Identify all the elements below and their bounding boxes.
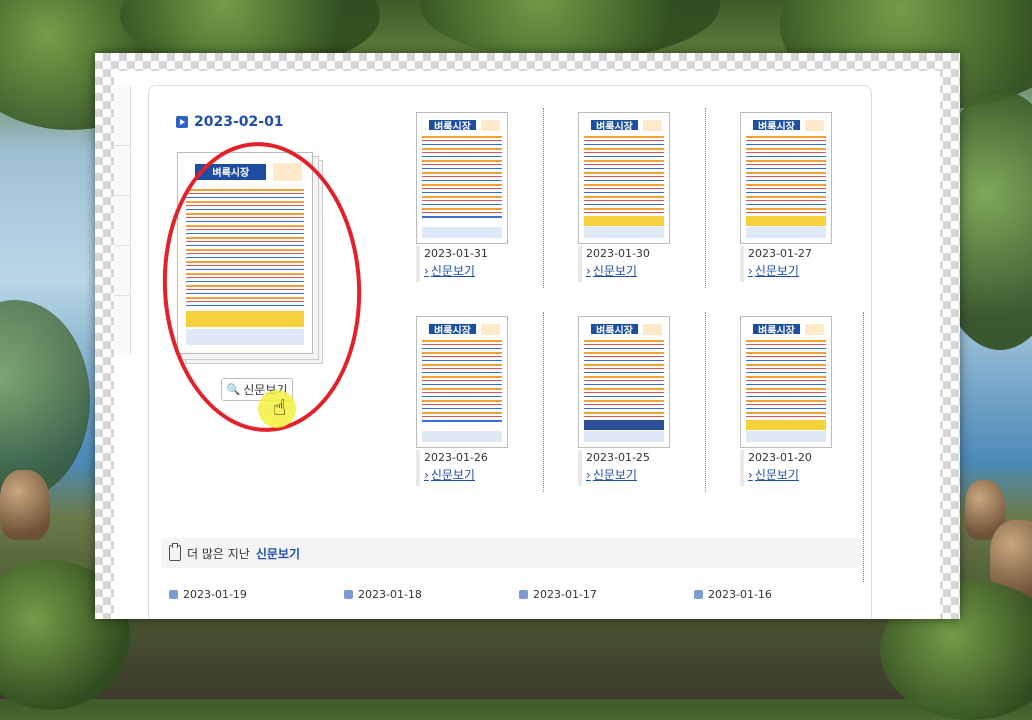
- column-divider: [543, 108, 544, 288]
- play-square-icon: [694, 590, 703, 599]
- paper-thumb: 벼룩시장 2023-01-20 신문보기: [740, 316, 918, 506]
- column-divider: [543, 312, 544, 492]
- paper-view-link[interactable]: 신문보기: [586, 466, 637, 483]
- page-content: 2023-02-01 벼룩시장 🔍 신문보기 ☝ 벼룩시장 2023-01-31…: [114, 71, 940, 619]
- side-panel-edge: [114, 85, 131, 355]
- play-square-icon: [176, 116, 188, 128]
- paper-date: 2023-01-20: [748, 451, 812, 464]
- latest-newspaper-cover[interactable]: 벼룩시장: [177, 152, 323, 364]
- paper-date: 2023-01-26: [424, 451, 488, 464]
- paper-thumb: 벼룩시장 2023-01-27 신문보기: [740, 112, 918, 302]
- screenshot-frame: 2023-02-01 벼룩시장 🔍 신문보기 ☝ 벼룩시장 2023-01-31…: [95, 53, 960, 619]
- paper-date: 2023-01-31: [424, 247, 488, 260]
- older-dates-row: 2023-01-19 2023-01-18 2023-01-17 2023-01…: [169, 588, 869, 601]
- older-date-item[interactable]: 2023-01-16: [694, 588, 869, 601]
- latest-issue-header: 2023-02-01: [176, 114, 284, 130]
- column-divider: [863, 312, 864, 582]
- paper-date: 2023-01-30: [586, 247, 650, 260]
- paper-view-link[interactable]: 신문보기: [424, 262, 475, 279]
- play-square-icon: [169, 590, 178, 599]
- paper-cover[interactable]: 벼룩시장: [740, 316, 832, 448]
- older-date-item[interactable]: 2023-01-17: [519, 588, 694, 601]
- play-square-icon: [344, 590, 353, 599]
- more-newspapers-bar: 더 많은 지난 신문보기: [161, 538, 861, 568]
- column-divider: [705, 312, 706, 492]
- paper-cover[interactable]: 벼룩시장: [578, 316, 670, 448]
- clipboard-icon: [169, 543, 181, 561]
- paper-cover[interactable]: 벼룩시장: [578, 112, 670, 244]
- older-date-item[interactable]: 2023-01-18: [344, 588, 519, 601]
- more-prefix: 더 많은 지난: [187, 546, 250, 561]
- paper-view-link[interactable]: 신문보기: [424, 466, 475, 483]
- paper-view-link[interactable]: 신문보기: [586, 262, 637, 279]
- more-newspapers-link[interactable]: 신문보기: [256, 545, 300, 562]
- paper-date: 2023-01-27: [748, 247, 812, 260]
- paper-date: 2023-01-25: [586, 451, 650, 464]
- masthead-title: 벼룩시장: [195, 164, 267, 180]
- latest-issue-date: 2023-02-01: [194, 114, 284, 130]
- paper-cover[interactable]: 벼룩시장: [416, 112, 508, 244]
- paper-thumb: 벼룩시장 2023-01-26 신문보기: [416, 316, 594, 506]
- play-square-icon: [519, 590, 528, 599]
- older-date-item[interactable]: 2023-01-19: [169, 588, 344, 601]
- paper-cover[interactable]: 벼룩시장: [740, 112, 832, 244]
- paper-view-link[interactable]: 신문보기: [748, 466, 799, 483]
- newspaper-panel: 2023-02-01 벼룩시장 🔍 신문보기 ☝ 벼룩시장 2023-01-31…: [148, 85, 872, 619]
- magnifier-icon: 🔍: [226, 383, 241, 396]
- paper-view-link[interactable]: 신문보기: [748, 262, 799, 279]
- paper-thumb: 벼룩시장 2023-01-25 신문보기: [578, 316, 756, 506]
- paper-thumb: 벼룩시장 2023-01-30 신문보기: [578, 112, 756, 302]
- column-divider: [705, 108, 706, 288]
- paper-thumb: 벼룩시장 2023-01-31 신문보기: [416, 112, 594, 302]
- hand-cursor-icon: ☝: [273, 396, 287, 421]
- paper-cover[interactable]: 벼룩시장: [416, 316, 508, 448]
